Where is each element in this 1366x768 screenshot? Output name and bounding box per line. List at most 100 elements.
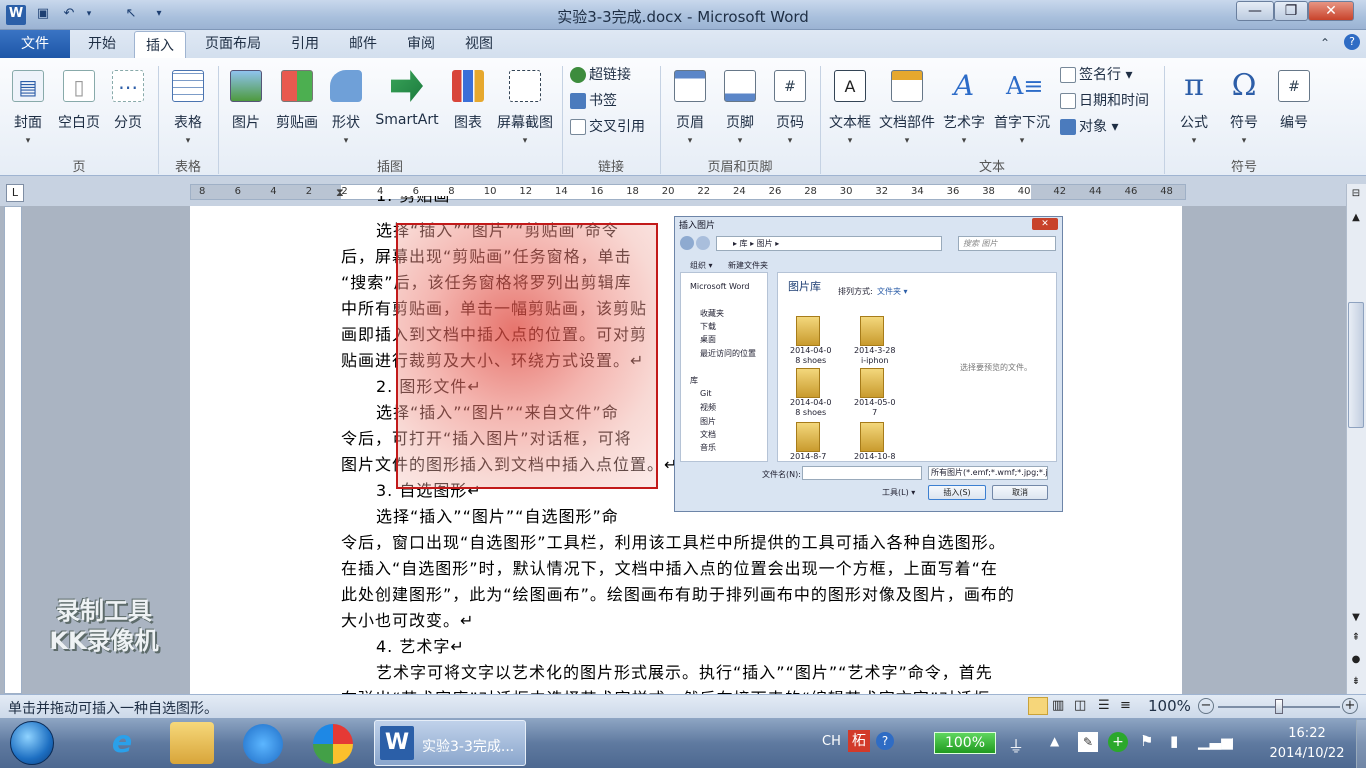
outline-view-icon[interactable]: ☰	[1098, 698, 1110, 713]
tab-insert[interactable]: 插入	[134, 31, 186, 59]
action-center-flag-icon[interactable]: ⚑	[1140, 732, 1153, 750]
dialog-nav-item[interactable]: 下载	[700, 321, 716, 332]
power-plug-icon[interactable]: ⏚	[1008, 733, 1024, 757]
page-number-button[interactable]: # 页码 ▾	[768, 64, 812, 150]
dialog-close-icon[interactable]: ✕	[1032, 218, 1058, 230]
filename-input[interactable]	[802, 466, 922, 480]
page-break-button[interactable]: ⋯ 分页	[108, 64, 148, 150]
tab-home[interactable]: 开始	[76, 30, 128, 58]
ime-help-icon[interactable]: ?	[876, 732, 894, 750]
screenshot-button[interactable]: 屏幕截图 ▾	[492, 64, 558, 150]
document-line[interactable]: 在弹出“艺术字库”对话框中选择艺术字样式，然后在接下来的“编辑艺术字文字”对话框	[341, 686, 990, 694]
internet-explorer-icon[interactable]: e	[100, 722, 144, 764]
start-button[interactable]	[10, 721, 54, 765]
battery-tray-icon[interactable]: ▮	[1170, 732, 1178, 750]
header-button[interactable]: 页眉 ▾	[668, 64, 712, 150]
full-screen-reading-icon[interactable]: ▥	[1052, 698, 1064, 713]
tab-page-layout[interactable]: 页面布局	[196, 30, 270, 58]
hyperlink-button[interactable]: 超链接	[570, 64, 631, 86]
document-line[interactable]: 选择“插入”“图片”“自选图形”命	[376, 504, 619, 530]
draft-view-icon[interactable]: ≡	[1120, 698, 1131, 713]
document-line[interactable]: 1. 剪贴画	[376, 196, 450, 206]
cross-reference-button[interactable]: 交叉引用	[570, 116, 645, 138]
folder-icon[interactable]	[796, 316, 820, 346]
tray-app-icon[interactable]: ✎	[1078, 732, 1098, 752]
help-icon[interactable]: ?	[1344, 34, 1360, 50]
show-hidden-icons[interactable]: ▲	[1050, 734, 1059, 748]
clock-date[interactable]: 2014/10/22	[1262, 746, 1352, 761]
quickparts-button[interactable]: 文档部件 ▾	[876, 64, 938, 150]
next-page-icon[interactable]: ⇟	[1348, 676, 1364, 690]
cover-page-button[interactable]: ▤ 封面 ▾	[8, 64, 48, 150]
vertical-ruler[interactable]	[4, 206, 22, 694]
file-explorer-icon[interactable]	[170, 722, 214, 764]
chrome-icon[interactable]	[313, 724, 353, 764]
tab-view[interactable]: 视图	[454, 30, 504, 58]
dialog-search-input[interactable]: 搜索 图片	[958, 236, 1056, 251]
zoom-level[interactable]: 100%	[1148, 697, 1191, 715]
ime-indicator[interactable]: CH	[822, 734, 841, 749]
document-line[interactable]: 4. 艺术字↵	[376, 634, 465, 660]
scroll-up-arrow-icon[interactable]: ▲	[1348, 212, 1364, 226]
battery-indicator[interactable]: 100%	[934, 732, 996, 754]
folder-icon[interactable]	[796, 422, 820, 452]
zoom-in-icon[interactable]: +	[1342, 698, 1358, 714]
folder-icon[interactable]	[860, 422, 884, 452]
media-player-icon[interactable]	[243, 724, 283, 764]
clock-time[interactable]: 16:22	[1262, 726, 1352, 741]
shapes-button[interactable]: 形状 ▾	[326, 64, 366, 150]
tab-stop-selector[interactable]: L	[6, 184, 24, 202]
tab-file[interactable]: 文件	[0, 30, 70, 58]
previous-page-icon[interactable]: ⇞	[1348, 632, 1364, 646]
inserted-clipart-image[interactable]	[396, 223, 658, 489]
show-desktop-button[interactable]	[1356, 720, 1366, 768]
folder-icon[interactable]	[860, 368, 884, 398]
document-line[interactable]: 此处创建图形”，此为“绘图画布”。绘图画布有助于排列画布中的图形对像及图片，画布…	[341, 582, 1015, 608]
maximize-button[interactable]: ❐	[1274, 1, 1308, 21]
dialog-nav-item[interactable]: Git	[700, 389, 712, 398]
indent-marker-icon[interactable]: ⧗	[336, 186, 344, 200]
chart-button[interactable]: 图表	[448, 64, 488, 150]
dialog-nav-item[interactable]: 桌面	[700, 334, 716, 345]
dialog-nav-pane[interactable]	[680, 272, 768, 462]
dialog-nav-item[interactable]: 视频	[700, 402, 716, 413]
close-button[interactable]: ✕	[1308, 1, 1354, 21]
number-button[interactable]: # 编号	[1272, 64, 1316, 150]
signature-line-button[interactable]: 签名行 ▾	[1060, 64, 1132, 86]
tab-references[interactable]: 引用	[280, 30, 330, 58]
dropcap-button[interactable]: A≡ 首字下沉 ▾	[990, 64, 1054, 150]
address-bar[interactable]: ▸ 库 ▸ 图片 ▸	[716, 236, 942, 251]
tab-mailings[interactable]: 邮件	[338, 30, 388, 58]
web-layout-icon[interactable]: ◫	[1074, 698, 1086, 713]
folder-icon[interactable]	[860, 316, 884, 346]
scroll-down-arrow-icon[interactable]: ▼	[1348, 612, 1364, 626]
textbox-button[interactable]: A 文本框 ▾	[826, 64, 874, 150]
blank-page-button[interactable]: ▯ 空白页	[54, 64, 104, 150]
ruler-toggle-icon[interactable]: ⊟	[1348, 188, 1364, 202]
dialog-insert-button[interactable]: 插入(S)	[928, 485, 986, 500]
tools-menu[interactable]: 工具(L) ▾	[882, 487, 915, 498]
wordart-button[interactable]: A 艺术字 ▾	[940, 64, 988, 150]
object-button[interactable]: 对象 ▾	[1060, 116, 1118, 138]
minimize-button[interactable]: —	[1236, 1, 1274, 21]
clipart-button[interactable]: 剪贴画	[272, 64, 322, 150]
tray-plus-icon[interactable]: +	[1108, 732, 1128, 752]
dialog-nav-item[interactable]: 库	[690, 375, 698, 386]
minimize-ribbon-icon[interactable]: ⌃	[1320, 36, 1330, 50]
smartart-button[interactable]: SmartArt	[370, 64, 444, 150]
bookmark-button[interactable]: 书签	[570, 90, 617, 112]
document-line[interactable]: 艺术字可将文字以艺术化的图片形式展示。执行“插入”“图片”“艺术字”命令，首先	[376, 660, 993, 686]
table-button[interactable]: 表格 ▾	[166, 64, 210, 150]
folder-icon[interactable]	[796, 368, 820, 398]
symbol-button[interactable]: Ω 符号 ▾	[1222, 64, 1266, 150]
forward-arrow-icon[interactable]	[696, 236, 710, 250]
zoom-slider-thumb[interactable]	[1275, 699, 1283, 714]
arrange-dropdown[interactable]: 文件夹 ▾	[877, 286, 908, 297]
organize-menu[interactable]: 组织 ▾	[690, 260, 713, 271]
dialog-nav-item[interactable]: 图片	[700, 416, 716, 427]
volume-icon[interactable]: 🔈︎	[1228, 732, 1238, 752]
tab-review[interactable]: 审阅	[396, 30, 446, 58]
zoom-out-icon[interactable]: −	[1198, 698, 1214, 714]
scrollbar-thumb[interactable]	[1348, 302, 1364, 428]
dialog-cancel-button[interactable]: 取消	[992, 485, 1048, 500]
